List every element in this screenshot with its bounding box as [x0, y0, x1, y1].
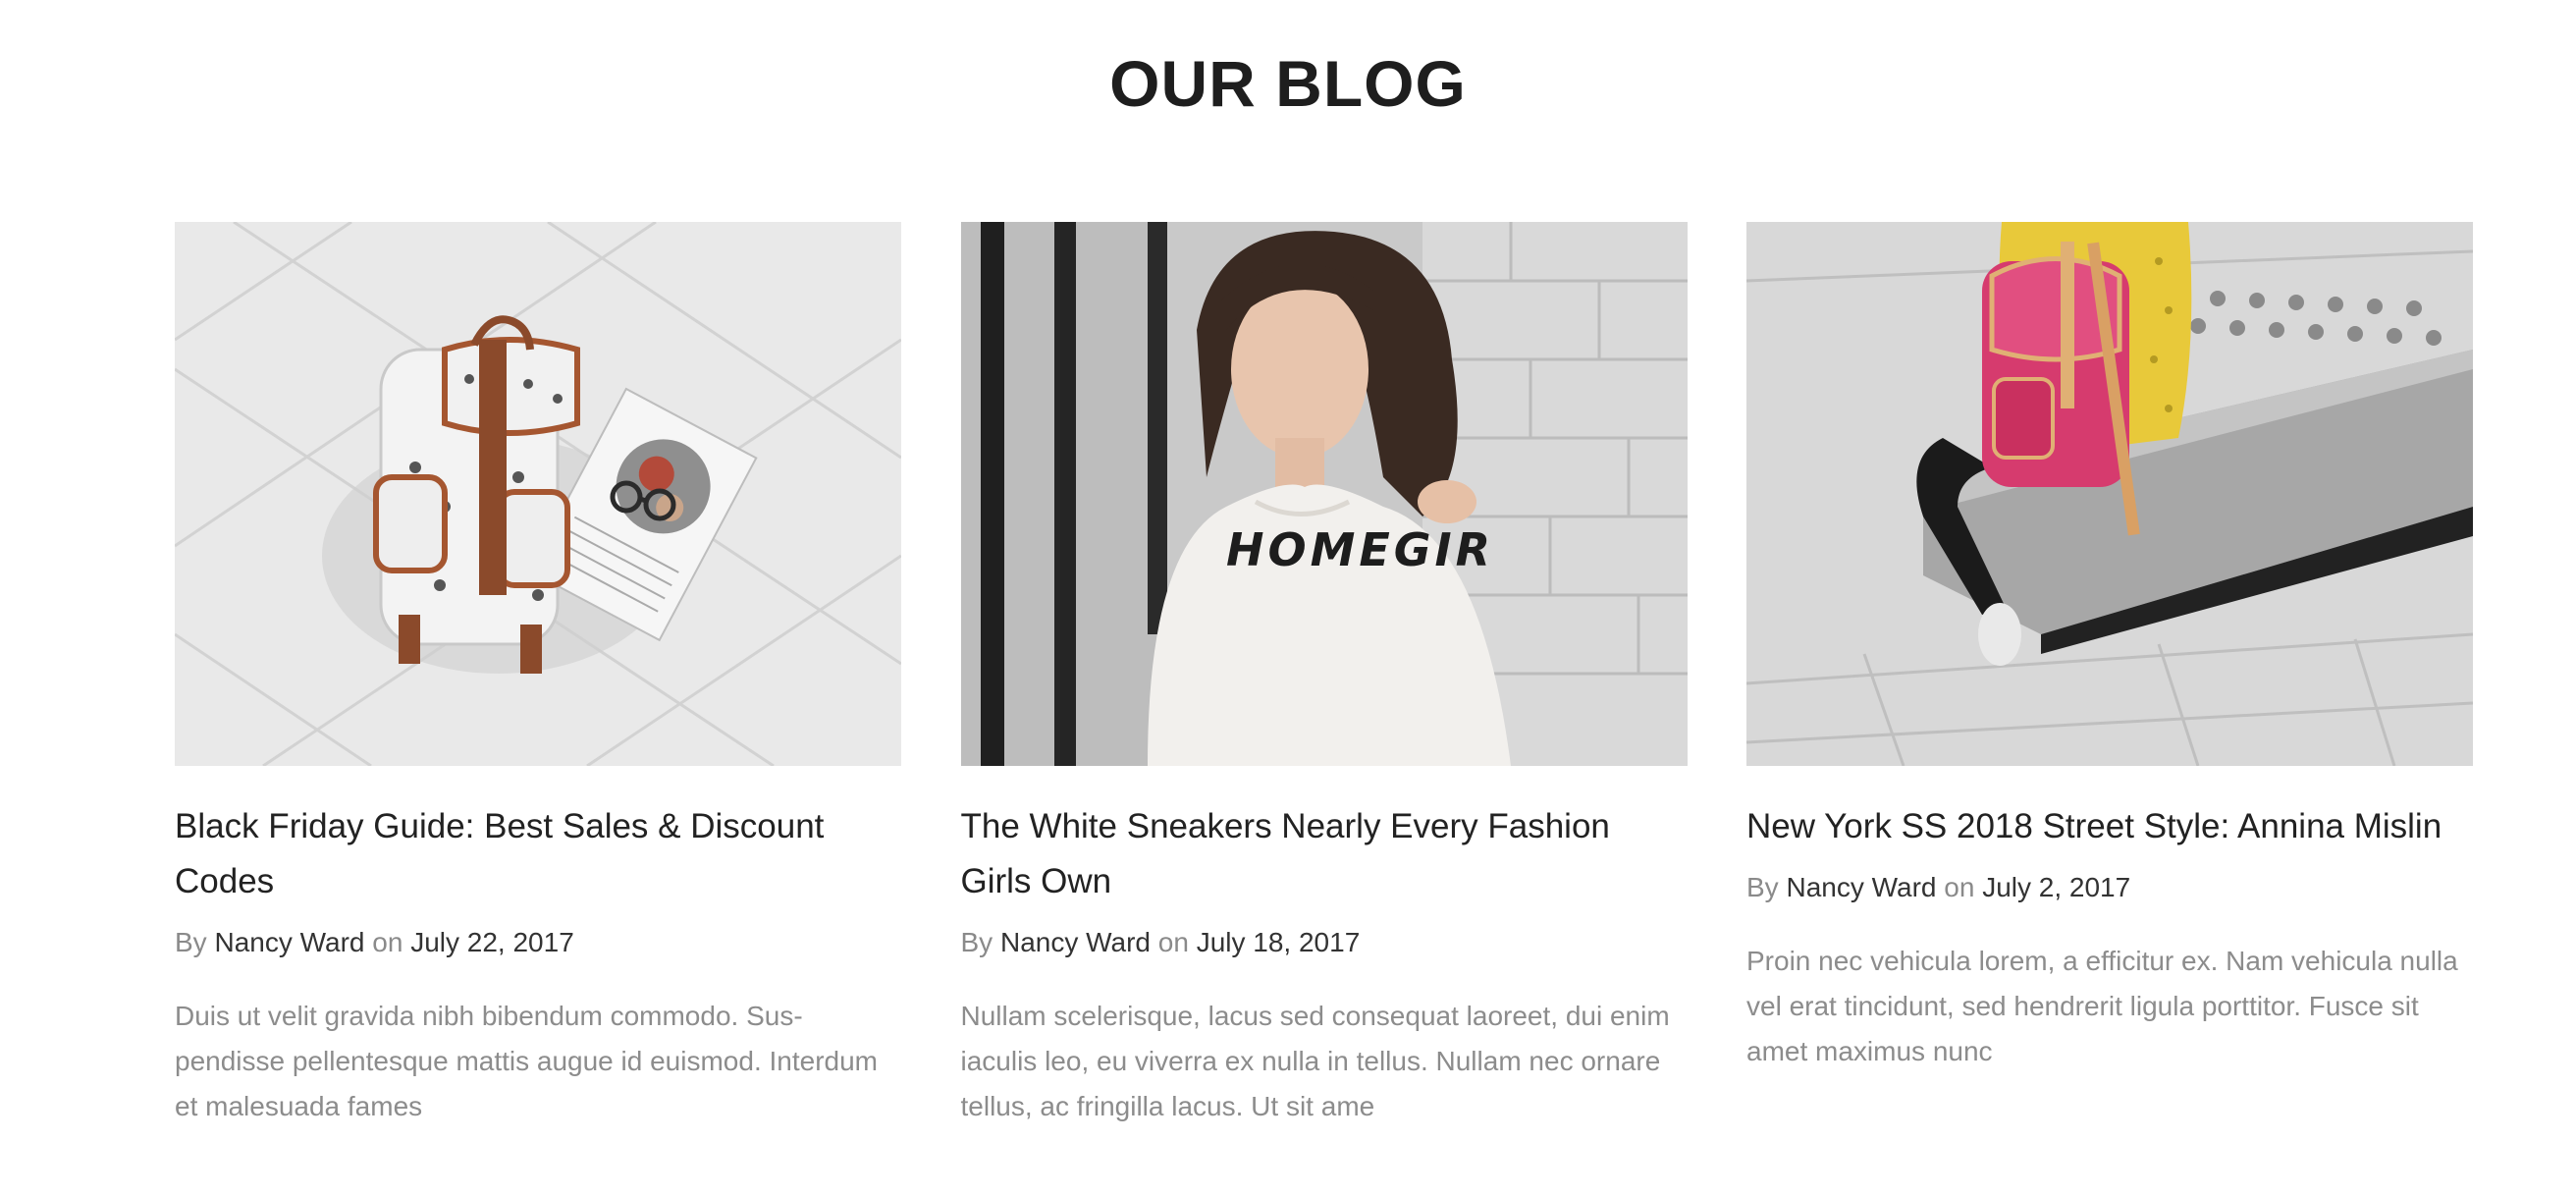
post-title[interactable]: New York SS 2018 Street Style: Annina Mi…: [1746, 799, 2473, 854]
post-author[interactable]: Nancy Ward: [1786, 872, 1936, 902]
post-author[interactable]: Nancy Ward: [1000, 927, 1151, 957]
blog-post-card: Black Friday Guide: Best Sales & Discoun…: [175, 222, 901, 1157]
post-excerpt: Proin nec vehicula lorem, a efficitur ex…: [1746, 946, 2458, 1066]
sweatshirt-text: HOMEGIR: [1226, 523, 1494, 576]
post-meta: By Nancy Ward on July 18, 2017: [961, 923, 1688, 962]
post-image-link[interactable]: [1746, 222, 2473, 766]
on-label: on: [1157, 927, 1189, 957]
by-label: By: [1746, 872, 1779, 902]
post-author[interactable]: Nancy Ward: [214, 927, 364, 957]
blog-post-list: Black Friday Guide: Best Sales & Discoun…: [175, 222, 2473, 1157]
post-image-street-style: [1746, 222, 2473, 766]
post-meta: By Nancy Ward on July 22, 2017: [175, 923, 901, 962]
blog-section: OUR BLOG Black Friday Guide: Best Sales …: [0, 0, 2576, 1196]
post-image-woman-sweatshirt: HOMEGIR: [960, 222, 1688, 766]
by-label: By: [175, 927, 207, 957]
post-image-backpack-bedding: [175, 222, 901, 766]
post-title[interactable]: Black Friday Guide: Best Sales & Discoun…: [175, 799, 901, 909]
post-meta: By Nancy Ward on July 2, 2017: [1746, 868, 2473, 907]
post-image-link[interactable]: [175, 222, 901, 766]
blog-post-card: New York SS 2018 Street Style: Annina Mi…: [1746, 222, 2473, 1157]
by-label: By: [960, 927, 993, 957]
post-date: July 22, 2017: [410, 927, 574, 957]
on-label: on: [1944, 872, 1975, 902]
section-title: OUR BLOG: [1109, 47, 1467, 120]
post-date: July 18, 2017: [1196, 927, 1361, 957]
post-image-link[interactable]: HOMEGIR: [960, 222, 1688, 766]
post-excerpt: Duis ut velit gravida nibh bibendum comm…: [175, 1001, 878, 1121]
on-label: on: [372, 927, 403, 957]
post-excerpt: Nullam scelerisque, lacus sed consequat …: [960, 1001, 1670, 1121]
post-date: July 2, 2017: [1982, 872, 2131, 902]
post-title[interactable]: The White Sneakers Nearly Every Fashion …: [961, 799, 1688, 909]
blog-post-card: HOMEGIR The White Sneakers Nearly Every …: [960, 222, 1688, 1157]
